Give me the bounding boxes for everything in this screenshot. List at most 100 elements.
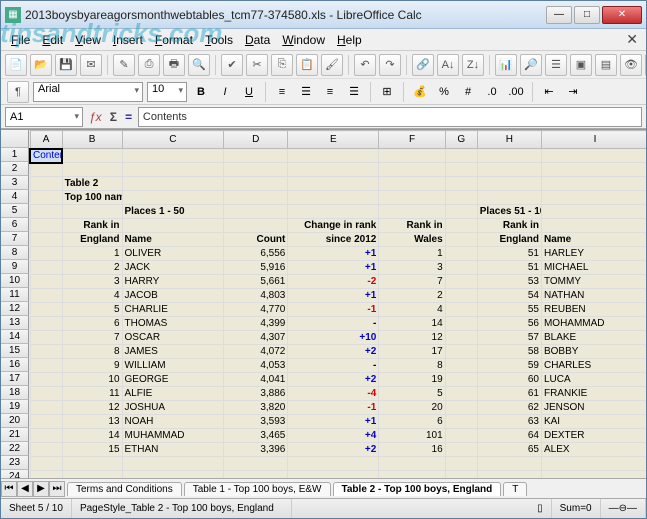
row-header[interactable]: 20 xyxy=(1,414,29,428)
number-button[interactable]: # xyxy=(458,82,478,102)
cell[interactable]: BOBBY xyxy=(541,345,646,359)
cell[interactable] xyxy=(445,163,477,177)
cell[interactable] xyxy=(122,163,224,177)
cell[interactable]: 4,053 xyxy=(224,359,288,373)
cell[interactable]: Change in rank xyxy=(288,219,379,233)
cell[interactable] xyxy=(122,177,224,191)
cell[interactable] xyxy=(445,303,477,317)
merge-button[interactable]: ⊞ xyxy=(377,82,397,102)
row-header[interactable]: 3 xyxy=(1,176,29,190)
cell[interactable]: Places 51 - 100 xyxy=(477,205,541,219)
cell[interactable]: 3,820 xyxy=(224,401,288,415)
cell[interactable]: -4 xyxy=(288,387,379,401)
menu-view[interactable]: View xyxy=(69,33,107,47)
cell[interactable]: 58 xyxy=(477,345,541,359)
cell[interactable]: 4 xyxy=(62,289,122,303)
cell[interactable]: 5 xyxy=(379,387,445,401)
cell[interactable]: +1 xyxy=(288,289,379,303)
help-button[interactable]: ? xyxy=(645,54,646,76)
row-header[interactable]: 2 xyxy=(1,162,29,176)
cell[interactable] xyxy=(379,191,445,205)
cell[interactable] xyxy=(288,457,379,471)
cell[interactable]: Name xyxy=(541,233,646,247)
cells-table[interactable]: ABCDEFGHIContentsTable 2Top 100 names fo… xyxy=(29,130,646,478)
cell[interactable] xyxy=(379,149,445,163)
row-header[interactable]: 14 xyxy=(1,330,29,344)
row-header[interactable]: 19 xyxy=(1,400,29,414)
cell[interactable] xyxy=(541,163,646,177)
cell[interactable]: 6 xyxy=(62,317,122,331)
cell[interactable]: JENSON xyxy=(541,401,646,415)
cell[interactable]: 7 xyxy=(379,275,445,289)
menu-data[interactable]: Data xyxy=(239,33,276,47)
cell[interactable] xyxy=(122,457,224,471)
cell[interactable]: - xyxy=(288,359,379,373)
name-box[interactable]: A1 xyxy=(5,107,83,127)
cell[interactable] xyxy=(541,219,646,233)
cell[interactable]: 3 xyxy=(62,275,122,289)
cell[interactable]: 8 xyxy=(62,345,122,359)
col-header[interactable]: G xyxy=(445,131,477,149)
cut-button[interactable]: ✂ xyxy=(246,54,268,76)
cell[interactable] xyxy=(30,275,62,289)
cell[interactable] xyxy=(224,163,288,177)
cell[interactable]: JAMES xyxy=(122,345,224,359)
indent-dec-button[interactable]: ⇤ xyxy=(539,82,559,102)
cell[interactable]: 4,399 xyxy=(224,317,288,331)
cell[interactable] xyxy=(30,471,62,479)
cell[interactable]: KAI xyxy=(541,415,646,429)
cell[interactable]: Count xyxy=(224,233,288,247)
indent-inc-button[interactable]: ⇥ xyxy=(563,82,583,102)
cell[interactable] xyxy=(224,149,288,163)
menu-format[interactable]: Format xyxy=(149,33,199,47)
cell[interactable] xyxy=(445,401,477,415)
cell[interactable]: 2 xyxy=(379,289,445,303)
cell[interactable] xyxy=(445,415,477,429)
cell[interactable]: 12 xyxy=(379,331,445,345)
font-name-combo[interactable]: Arial xyxy=(33,82,143,102)
row-header[interactable]: 9 xyxy=(1,260,29,274)
cell[interactable]: 4,803 xyxy=(224,289,288,303)
cell[interactable] xyxy=(445,443,477,457)
cell[interactable] xyxy=(288,205,379,219)
cell[interactable]: HARRY xyxy=(122,275,224,289)
cell[interactable] xyxy=(30,415,62,429)
save-button[interactable]: 💾 xyxy=(55,54,77,76)
cell[interactable] xyxy=(445,387,477,401)
cell[interactable]: 3,886 xyxy=(224,387,288,401)
cell[interactable]: DEXTER xyxy=(541,429,646,443)
cell[interactable]: 10 xyxy=(62,373,122,387)
cell[interactable]: 65 xyxy=(477,443,541,457)
cell[interactable]: CHARLES xyxy=(541,359,646,373)
cell[interactable]: ETHAN xyxy=(122,443,224,457)
cell[interactable] xyxy=(445,219,477,233)
cell[interactable] xyxy=(30,331,62,345)
font-size-combo[interactable]: 10 xyxy=(147,82,187,102)
cell[interactable]: +2 xyxy=(288,443,379,457)
function-wizard-button[interactable]: ƒx xyxy=(89,110,102,124)
cell[interactable] xyxy=(122,471,224,479)
cell[interactable]: 101 xyxy=(379,429,445,443)
cell[interactable] xyxy=(224,471,288,479)
cell[interactable]: 1 xyxy=(62,247,122,261)
cell[interactable]: OSCAR xyxy=(122,331,224,345)
cell[interactable] xyxy=(30,345,62,359)
cell[interactable]: 4,041 xyxy=(224,373,288,387)
cell[interactable] xyxy=(379,457,445,471)
cell[interactable] xyxy=(477,471,541,479)
formula-input[interactable]: Contents xyxy=(138,107,642,127)
align-right-button[interactable]: ≡ xyxy=(320,82,340,102)
cell[interactable]: 4,072 xyxy=(224,345,288,359)
cell[interactable]: +1 xyxy=(288,261,379,275)
cell[interactable] xyxy=(30,205,62,219)
tab-nav-button[interactable]: ▶ xyxy=(33,481,49,497)
cell[interactable] xyxy=(30,233,62,247)
cell[interactable] xyxy=(288,149,379,163)
row-header[interactable]: 21 xyxy=(1,428,29,442)
sheet-tab[interactable]: Table 1 - Top 100 boys, E&W xyxy=(184,482,331,496)
cell[interactable] xyxy=(30,429,62,443)
cell[interactable] xyxy=(445,471,477,479)
cell[interactable]: 12 xyxy=(62,401,122,415)
row-header[interactable]: 18 xyxy=(1,386,29,400)
cell[interactable]: +4 xyxy=(288,429,379,443)
